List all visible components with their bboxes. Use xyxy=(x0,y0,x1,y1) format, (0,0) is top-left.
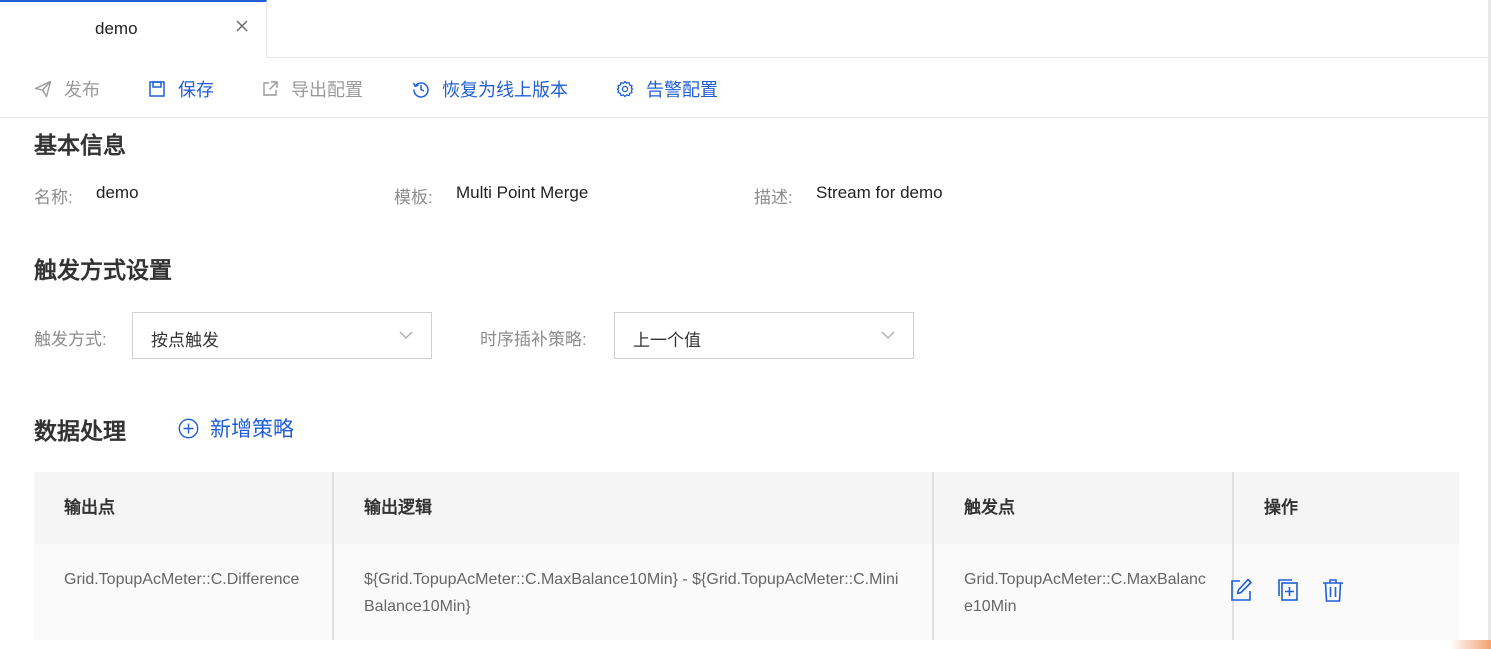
cell-output-point: Grid.TopupAcMeter::C.Difference xyxy=(34,544,334,640)
add-strategy-button[interactable]: 新增策略 xyxy=(178,413,294,443)
gear-icon xyxy=(616,80,634,98)
description-value: Stream for demo xyxy=(816,183,943,202)
trigger-settings-title: 触发方式设置 xyxy=(34,257,172,283)
publish-button[interactable]: 发布 xyxy=(34,78,100,100)
trigger-mode-label: 触发方式: xyxy=(34,330,107,349)
alarm-config-button[interactable]: 告警配置 xyxy=(616,78,718,100)
trigger-mode-value: 按点触发 xyxy=(151,331,219,350)
tab-bar: demo xyxy=(0,0,1491,58)
fill-strategy-select[interactable]: 上一个值 xyxy=(614,312,914,359)
data-processing-title: 数据处理 xyxy=(34,418,126,444)
column-divider xyxy=(932,472,934,640)
row-actions xyxy=(1229,577,1345,603)
export-config-button[interactable]: 导出配置 xyxy=(261,78,363,100)
column-header-output-logic: 输出逻辑 xyxy=(334,472,934,544)
description-label: 描述: xyxy=(754,188,793,207)
cell-trigger-point: Grid.TopupAcMeter::C.MaxBalance10Min xyxy=(934,544,1234,640)
tab-demo[interactable]: demo xyxy=(0,0,267,58)
template-value: Multi Point Merge xyxy=(456,183,589,202)
column-divider xyxy=(332,472,334,640)
edit-icon[interactable] xyxy=(1229,577,1253,603)
tab-label: demo xyxy=(95,19,138,38)
chevron-down-icon xyxy=(399,331,413,339)
name-label: 名称: xyxy=(34,188,73,207)
close-icon[interactable] xyxy=(234,18,250,34)
add-strategy-label: 新增策略 xyxy=(210,418,294,441)
trash-icon[interactable] xyxy=(1321,577,1345,603)
save-label: 保存 xyxy=(178,80,214,100)
publish-label: 发布 xyxy=(64,80,100,100)
save-icon xyxy=(149,81,165,97)
column-header-trigger-point: 触发点 xyxy=(934,472,1234,544)
toolbar: 发布 保存 导出配置 恢复为线上版本 告警配置 xyxy=(0,58,1491,118)
name-value: demo xyxy=(96,183,139,202)
column-header-actions: 操作 xyxy=(1234,472,1459,544)
restore-online-label: 恢复为线上版本 xyxy=(442,80,568,100)
fill-strategy-value: 上一个值 xyxy=(633,331,701,350)
history-icon xyxy=(412,82,429,98)
chevron-down-icon xyxy=(881,331,895,339)
plus-circle-icon xyxy=(178,418,199,438)
save-button[interactable]: 保存 xyxy=(148,78,214,100)
copy-icon[interactable] xyxy=(1275,577,1299,603)
strategy-table: 输出点 输出逻辑 触发点 操作 Grid.TopupAcMeter::C.Dif… xyxy=(34,472,1459,640)
decorative-accent xyxy=(1450,640,1491,649)
fill-strategy-label: 时序插补策略: xyxy=(480,330,587,349)
restore-online-button[interactable]: 恢复为线上版本 xyxy=(412,78,568,100)
basic-info-title: 基本信息 xyxy=(34,132,126,158)
alarm-config-label: 告警配置 xyxy=(646,80,718,100)
external-link-icon xyxy=(263,81,278,96)
trigger-mode-select[interactable]: 按点触发 xyxy=(132,312,432,359)
send-icon xyxy=(34,80,52,98)
cell-output-logic: ${Grid.TopupAcMeter::C.MaxBalance10Min} … xyxy=(334,544,934,640)
export-config-label: 导出配置 xyxy=(291,80,363,100)
column-divider xyxy=(1232,472,1234,640)
column-header-output-point: 输出点 xyxy=(34,472,334,544)
template-label: 模板: xyxy=(394,188,433,207)
